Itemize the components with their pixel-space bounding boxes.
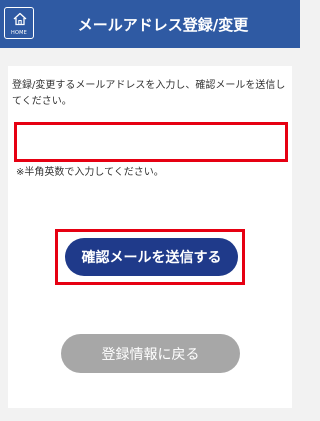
send-button-highlight: 確認メールを送信する — [55, 229, 245, 285]
form-panel: 登録/変更するメールアドレスを入力し、確認メールを送信してください。 ※半角英数… — [8, 66, 292, 408]
header-bar: HOME メールアドレス登録/変更 — [0, 0, 300, 48]
instruction-text: 登録/変更するメールアドレスを入力し、確認メールを送信してください。 — [12, 80, 286, 107]
input-note: ※半角英数で入力してください。 — [16, 167, 164, 178]
send-confirmation-button[interactable]: 確認メールを送信する — [65, 238, 238, 276]
page-title: メールアドレス登録/変更 — [77, 16, 249, 34]
back-to-registration-button[interactable]: 登録情報に戻る — [61, 334, 240, 373]
email-input[interactable] — [14, 122, 288, 162]
